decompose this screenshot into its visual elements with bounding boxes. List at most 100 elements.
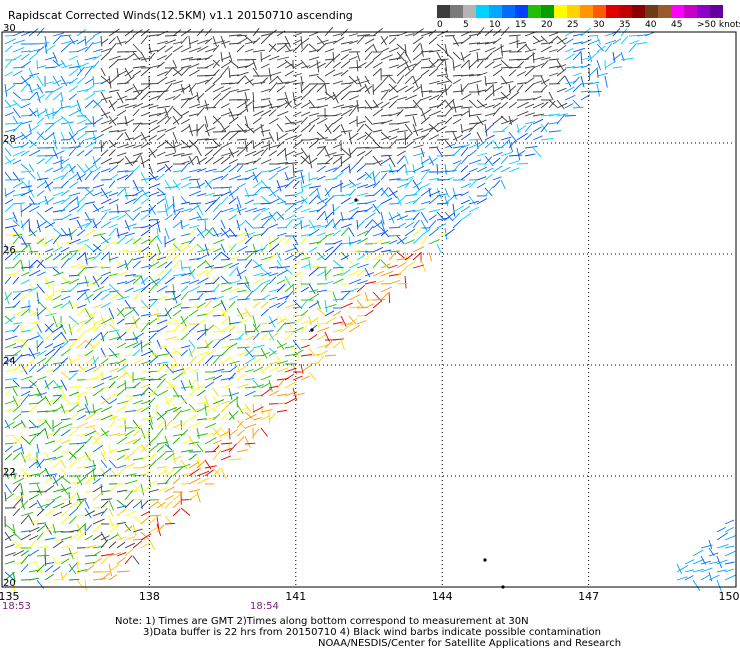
wind-barb (396, 155, 405, 165)
wind-barb (380, 187, 390, 198)
wind-barb (20, 386, 33, 389)
wind-barb (196, 106, 205, 117)
wind-barb (316, 83, 326, 93)
wind-barb (412, 212, 420, 221)
wind-barb (212, 69, 220, 77)
wind-barb (188, 461, 199, 469)
wind-barb (308, 194, 319, 205)
wind-barb (332, 291, 338, 303)
wind-barb (364, 303, 374, 309)
wind-barb (92, 407, 103, 413)
wind-barb (68, 458, 79, 469)
wind-barb (340, 302, 353, 309)
wind-barb (180, 419, 188, 429)
wind-barb (284, 373, 295, 381)
wind-barb (252, 81, 266, 85)
wind-barb (236, 71, 249, 77)
wind-barb (172, 303, 182, 309)
wind-barb (132, 515, 142, 524)
wind-barb (4, 483, 12, 494)
wind-barb (164, 515, 173, 525)
wind-barb (156, 193, 167, 197)
wind-barb (20, 292, 31, 301)
wind-barb (92, 89, 106, 93)
wind-barb (316, 75, 325, 83)
wind-barb (252, 298, 266, 301)
wind-barb (348, 227, 355, 237)
wind-barb (148, 501, 159, 509)
wind-barb (12, 322, 23, 325)
wind-barb (36, 42, 49, 45)
wind-barb (260, 308, 270, 317)
wind-barb (316, 83, 330, 85)
wind-barb (388, 190, 398, 197)
wind-barb (52, 34, 62, 45)
wind-barb (20, 120, 32, 125)
wind-barb (36, 420, 48, 429)
wind-barb (364, 123, 373, 132)
wind-barb (492, 176, 502, 181)
wind-barb (244, 403, 252, 414)
wind-barb (236, 44, 245, 53)
wind-barb (380, 89, 391, 93)
wind-barb (132, 206, 142, 213)
wind-barb (324, 178, 338, 181)
wind-barb (36, 532, 44, 541)
wind-barb (156, 251, 161, 262)
wind-barb (156, 133, 166, 141)
wind-barb (508, 101, 517, 109)
wind-barb (356, 320, 367, 325)
wind-barb (220, 377, 234, 381)
wind-barb (140, 197, 150, 205)
wind-barb (12, 531, 22, 540)
wind-barb (260, 403, 264, 415)
wind-barb (324, 268, 332, 277)
wind-barb (132, 70, 142, 77)
wind-barb (140, 542, 150, 549)
wind-barb (108, 329, 120, 333)
wind-barb (236, 148, 246, 157)
wind-barb (44, 123, 55, 133)
wind-barb (196, 470, 210, 477)
legend-swatch (489, 5, 502, 18)
wind-barb (300, 123, 311, 133)
wind-barb (204, 403, 207, 416)
wind-barb (108, 89, 120, 93)
wind-barb (12, 387, 18, 397)
wind-barb (332, 203, 335, 216)
wind-barb (476, 182, 486, 189)
wind-barb (252, 428, 260, 437)
wind-barb (84, 218, 95, 221)
wind-barb (172, 508, 181, 517)
wind-barb (108, 256, 119, 261)
wind-barb (100, 302, 111, 309)
wind-barb (12, 115, 19, 125)
wind-barb (516, 71, 527, 77)
wind-barb (228, 59, 239, 68)
wind-barb (524, 123, 533, 133)
wind-barb (108, 381, 116, 389)
wind-barb (124, 438, 138, 445)
wind-barb (140, 454, 150, 461)
wind-barb (100, 498, 112, 501)
wind-barb (460, 199, 470, 205)
wind-barb (244, 435, 251, 448)
wind-barb (228, 427, 231, 440)
wind-barb (268, 235, 272, 249)
wind-barb (116, 342, 127, 349)
wind-barb (84, 349, 94, 357)
wind-barb (460, 110, 470, 117)
wind-barb (180, 182, 192, 189)
wind-barb (68, 578, 80, 581)
wind-barb (140, 51, 147, 63)
wind-barb (244, 199, 255, 205)
wind-barb (68, 145, 81, 149)
wind-barb (444, 116, 453, 125)
wind-barb (356, 263, 369, 269)
wind-barb (44, 132, 55, 141)
wind-barb (212, 314, 225, 317)
wind-barb (12, 54, 23, 61)
wind-barb (220, 442, 233, 445)
wind-barb (28, 577, 40, 581)
wind-barb (244, 232, 255, 237)
